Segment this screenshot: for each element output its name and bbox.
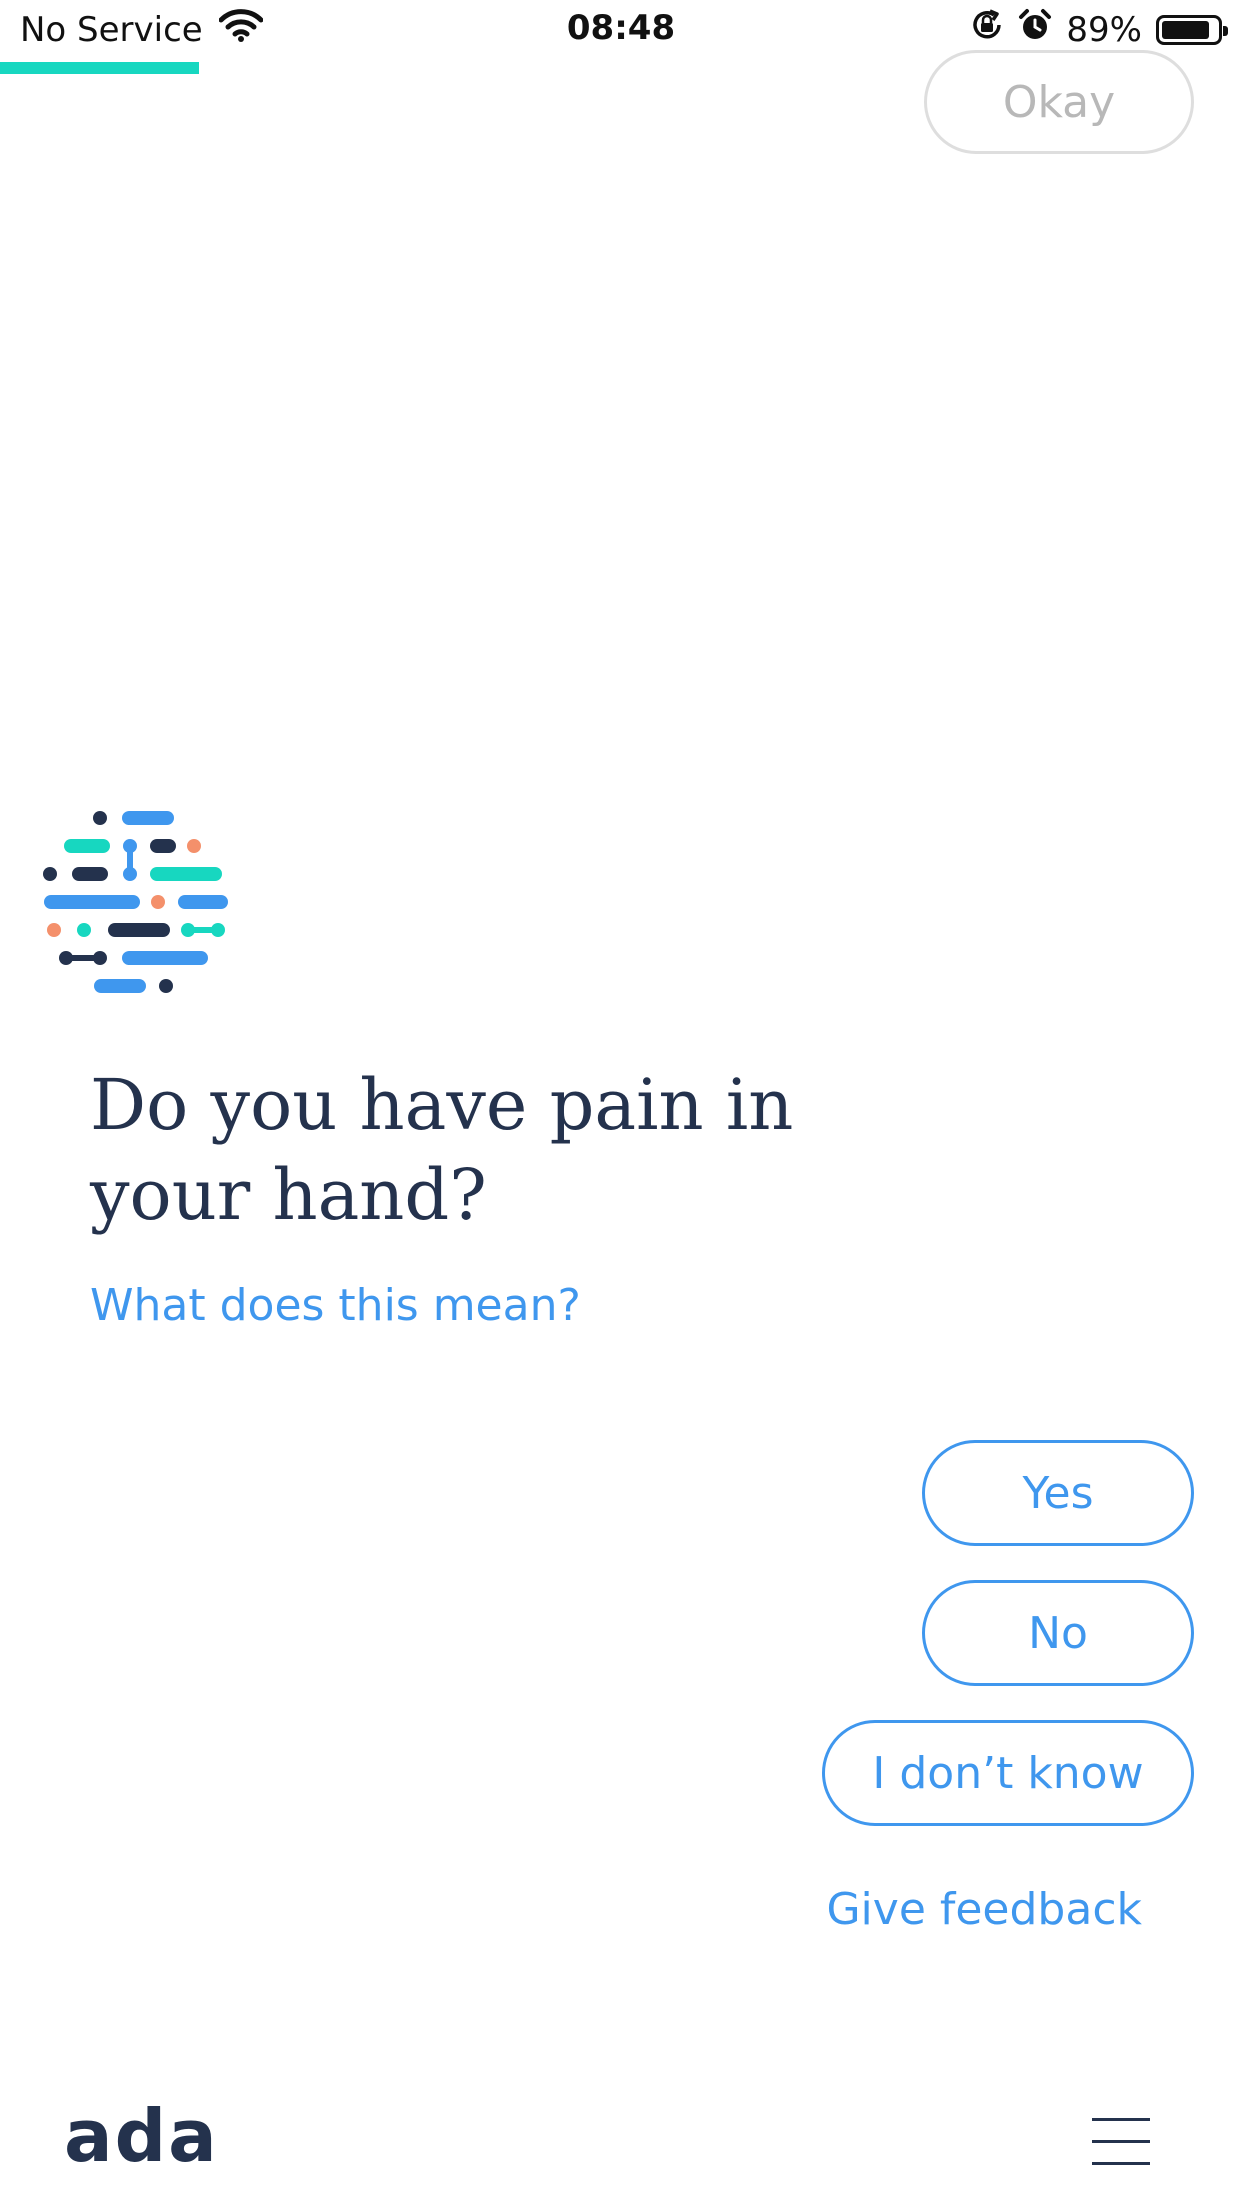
menu-line: [1092, 2118, 1150, 2121]
okay-button[interactable]: Okay: [924, 50, 1194, 154]
ada-assistant-logo-icon: [42, 808, 234, 1000]
dont-know-button[interactable]: I don’t know: [822, 1720, 1194, 1826]
battery-nub: [1223, 25, 1228, 36]
rotation-lock-icon: [970, 8, 1004, 51]
alarm-icon: [1018, 8, 1052, 51]
yes-button[interactable]: Yes: [922, 1440, 1194, 1546]
what-does-this-mean-link[interactable]: What does this mean?: [90, 1280, 581, 1331]
ada-brand-logo: ada: [64, 2094, 219, 2178]
no-button[interactable]: No: [922, 1580, 1194, 1686]
battery-level-fill: [1162, 20, 1210, 39]
status-right: 89%: [970, 8, 1228, 51]
question-text: Do you have pain in your hand?: [90, 1064, 794, 1236]
screen: No Service 08:48 89% Okay Do you have pa…: [0, 0, 1242, 2208]
hamburger-menu-icon[interactable]: [1092, 2118, 1150, 2166]
menu-line: [1092, 2140, 1150, 2143]
progress-fill: [0, 62, 199, 74]
battery-percent: 89%: [1066, 9, 1142, 50]
battery-icon: [1156, 14, 1228, 45]
menu-line: [1092, 2162, 1150, 2165]
give-feedback-link[interactable]: Give feedback: [826, 1884, 1142, 1935]
